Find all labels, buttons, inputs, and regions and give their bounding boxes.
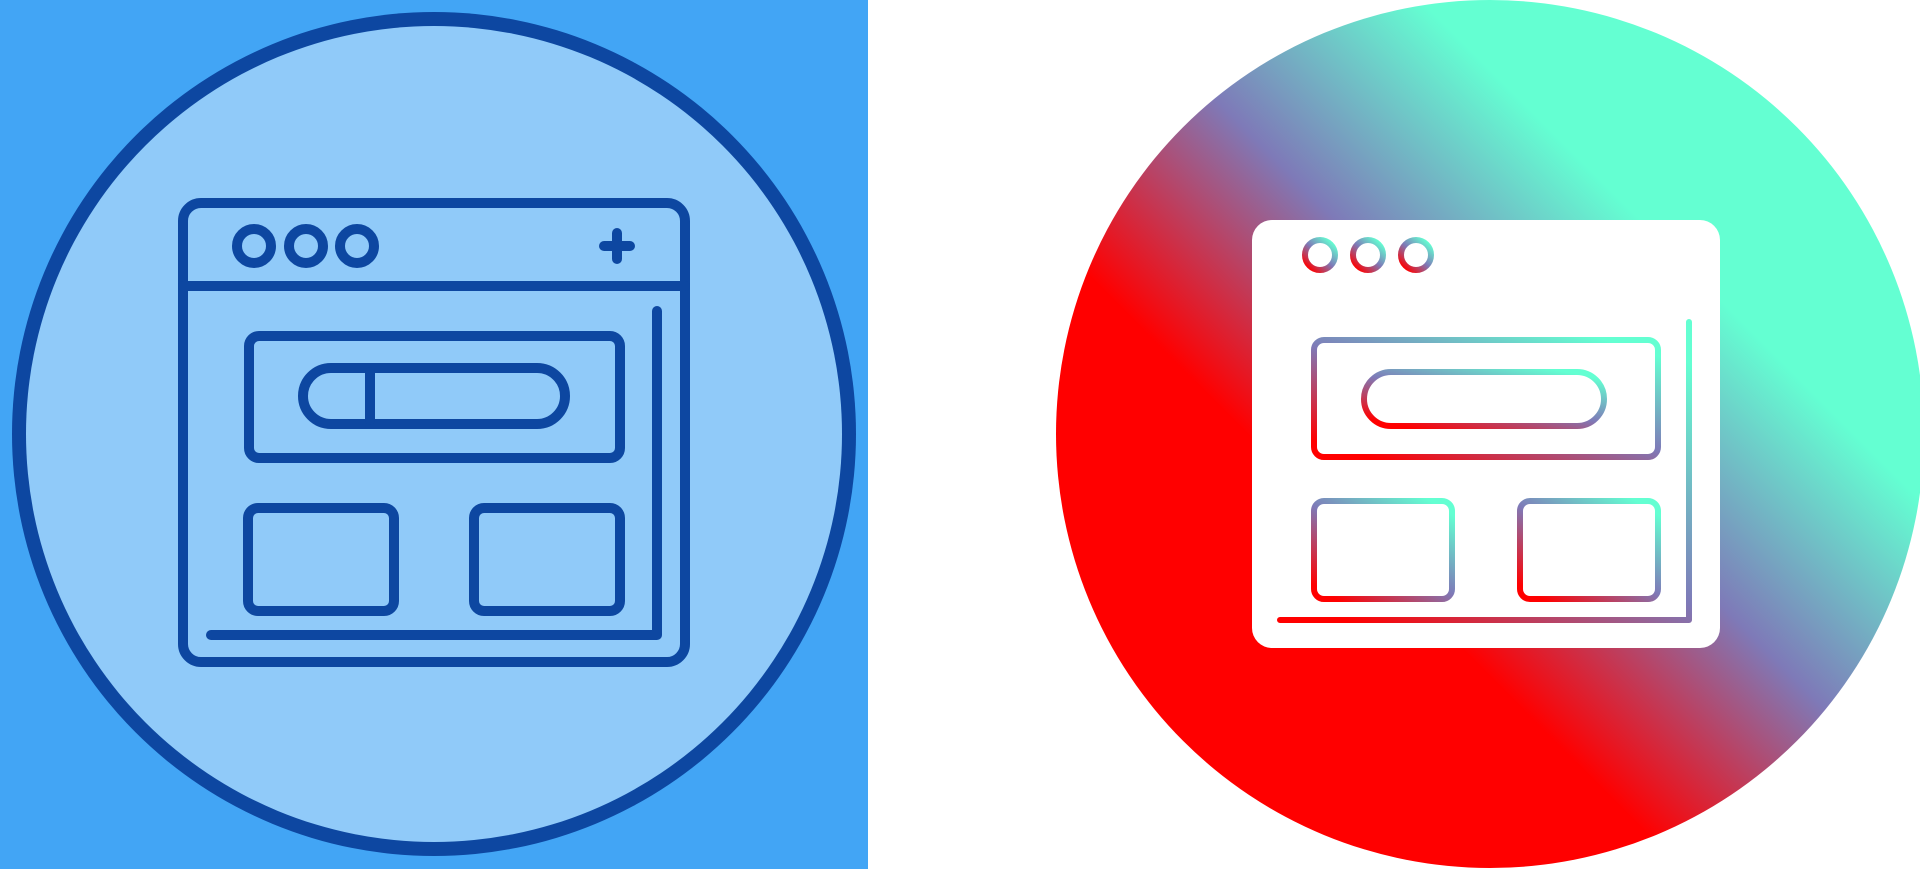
window-frame: [1252, 220, 1720, 648]
gradient-browser-icon-panel: [868, 0, 1920, 869]
browser-window-icon: [1248, 220, 1724, 648]
line-browser-icon-panel: [0, 0, 868, 869]
line-browser-icon: [0, 0, 868, 869]
circle-fill: [26, 26, 842, 842]
icon-sheet: [0, 0, 1920, 869]
gradient-browser-icon: [868, 0, 1920, 869]
